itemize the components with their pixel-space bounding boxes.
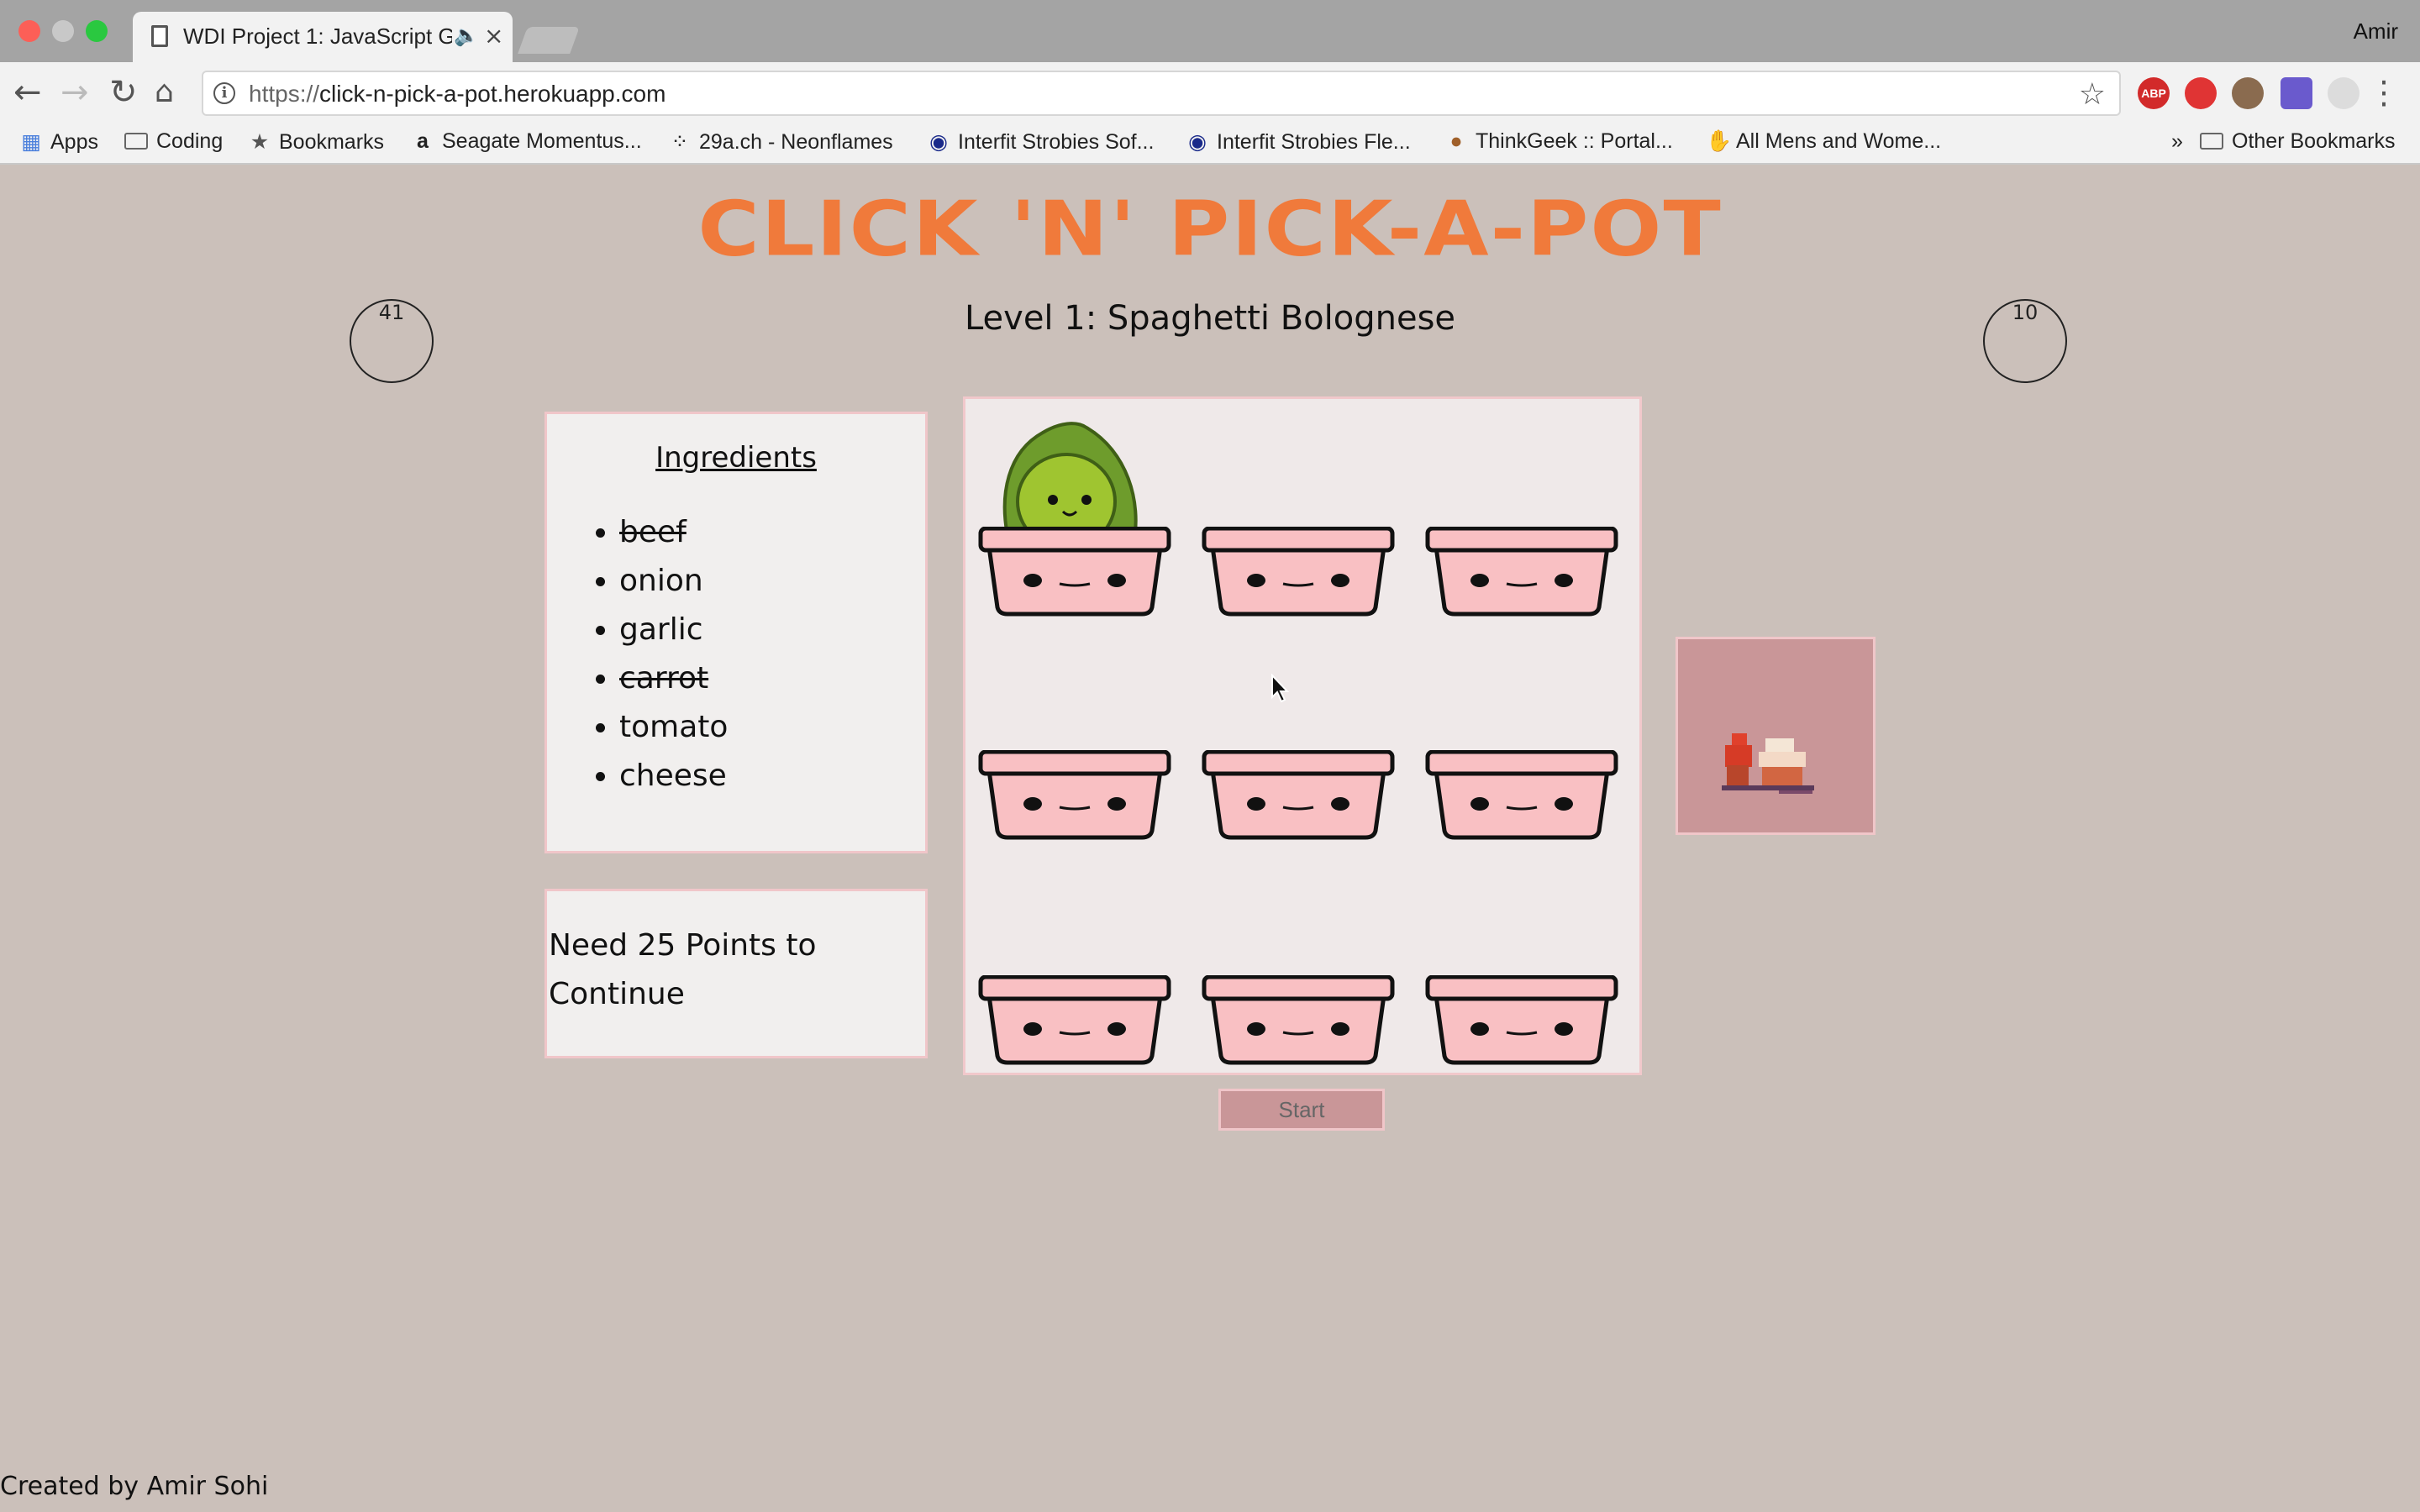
maximize-window-button[interactable] — [86, 20, 108, 42]
star-icon: ★ — [250, 130, 270, 154]
ingredient-label: garlic — [619, 612, 703, 647]
ingredient-label: beef — [619, 515, 687, 549]
browser-tab-bar: WDI Project 1: JavaScript G 🔈 × Amir — [0, 0, 2420, 62]
ingredient-item: onion — [619, 564, 728, 612]
bookmark-mens-womens[interactable]: ✋ All Mens and Wome... — [1706, 129, 1941, 154]
pot-3[interactable] — [1424, 527, 1619, 619]
pea-character[interactable] — [992, 417, 1144, 543]
extension-icon[interactable] — [2328, 77, 2360, 109]
home-icon[interactable]: ⌂ — [155, 76, 174, 109]
monkey-icon: ● — [1449, 129, 1463, 153]
game-title: CLICK 'N' PICK-A-POT — [697, 184, 1723, 274]
bookmark-folder-other[interactable]: Other Bookmarks — [2200, 129, 2396, 154]
bookmarks-bar: ▦ Apps Coding ★ Bookmarks a Seagate Momentu… — [0, 124, 2420, 165]
timer-counter: 10 — [1983, 299, 2067, 383]
bookmark-apps[interactable]: ▦ Apps — [20, 129, 98, 155]
folder-icon — [124, 133, 148, 150]
mouse-cursor-icon — [1271, 674, 1290, 703]
pot-6[interactable] — [1424, 750, 1619, 843]
footer-credit: Created by Amir Sohi — [0, 1472, 269, 1501]
pot-7[interactable] — [977, 975, 1172, 1068]
pot-board — [963, 396, 1642, 1075]
opera-extension-icon[interactable] — [2185, 77, 2217, 109]
bookmark-star-icon[interactable]: ☆ — [2079, 77, 2106, 112]
ingredients-heading: Ingredients — [655, 441, 817, 475]
bookmark-interfit-flex[interactable]: ◉ Interfit Strobies Fle... — [1186, 129, 1411, 155]
bookmark-thinkgeek[interactable]: ● ThinkGeek :: Portal... — [1445, 129, 1672, 154]
forward-arrow-icon[interactable]: → — [60, 76, 89, 109]
page-icon — [151, 25, 168, 47]
info-icon[interactable]: i — [213, 82, 235, 104]
site-icon: ◉ — [1188, 130, 1207, 154]
site-icon: ⁘ — [671, 130, 689, 154]
pot-8[interactable] — [1201, 975, 1396, 1068]
hand-icon: ✋ — [1706, 129, 1733, 153]
eyedropper-extension-icon[interactable] — [2281, 77, 2312, 109]
points-needed-panel: Need 25 Points to Continue — [544, 889, 928, 1058]
bookmark-seagate[interactable]: a Seagate Momentus... — [412, 129, 642, 154]
pot-5[interactable] — [1201, 750, 1396, 843]
bookmark-neonflames[interactable]: ⁘ 29a.ch - Neonflames — [669, 129, 893, 155]
ingredient-item: carrot — [619, 661, 728, 710]
ingredient-label: carrot — [619, 661, 709, 696]
ingredients-list: beef onion garlic carrot tomato cheese — [586, 515, 728, 807]
pot-1[interactable] — [977, 527, 1172, 619]
speaker-icon[interactable]: 🔈 — [454, 24, 479, 47]
ingredient-label: onion — [619, 564, 703, 598]
minimize-window-button[interactable] — [52, 20, 74, 42]
close-window-button[interactable] — [18, 20, 40, 42]
back-arrow-icon[interactable]: ← — [13, 76, 42, 109]
adblock-extension-icon[interactable]: ABP — [2138, 77, 2170, 109]
tab-title: WDI Project 1: JavaScript G — [183, 24, 452, 49]
profile-name[interactable]: Amir — [2354, 18, 2398, 45]
bookmark-folder-coding[interactable]: Coding — [124, 129, 223, 154]
ingredient-label: cheese — [619, 759, 727, 793]
chef-character-image — [1722, 733, 1814, 794]
url-text[interactable]: https://click-n-pick-a-pot.herokuapp.com — [249, 81, 666, 108]
site-icon: ◉ — [929, 130, 948, 154]
ingredient-item: beef — [619, 515, 728, 564]
new-tab-button[interactable] — [518, 27, 580, 54]
score-counter: 41 — [350, 299, 434, 383]
apps-grid-icon: ▦ — [21, 130, 41, 154]
close-tab-icon[interactable]: × — [484, 22, 503, 50]
bookmark-folder-bookmarks[interactable]: ★ Bookmarks — [249, 129, 384, 155]
ingredient-label: tomato — [619, 710, 729, 744]
points-needed-text: Need 25 Points to Continue — [549, 928, 817, 1011]
ingredients-panel: Ingredients beef onion garlic carrot tomato c… — [544, 412, 928, 853]
browser-tab[interactable]: WDI Project 1: JavaScript G 🔈 × — [133, 12, 513, 62]
pot-2[interactable] — [1201, 527, 1396, 619]
address-bar[interactable]: i https://click-n-pick-a-pot.herokuapp.c… — [202, 71, 2121, 116]
pot-4[interactable] — [977, 750, 1172, 843]
bookmarks-overflow-chevron[interactable]: » — [2171, 129, 2183, 154]
avatar-extension-icon[interactable] — [2232, 77, 2264, 109]
folder-icon — [2200, 133, 2223, 150]
start-button[interactable]: Start — [1218, 1089, 1385, 1131]
ingredient-item: garlic — [619, 612, 728, 661]
url-host: click-n-pick-a-pot.herokuapp.com — [319, 81, 666, 107]
pot-9[interactable] — [1424, 975, 1619, 1068]
browser-toolbar: ← → ↻ ⌂ i https://click-n-pick-a-pot.her… — [0, 62, 2420, 124]
bookmark-interfit-soft[interactable]: ◉ Interfit Strobies Sof... — [928, 129, 1154, 155]
ingredient-item: cheese — [619, 759, 728, 807]
browser-menu-icon[interactable]: ⋮ — [2368, 74, 2400, 111]
amazon-icon: a — [417, 129, 429, 153]
url-scheme: https:// — [249, 81, 320, 107]
chef-image-box — [1676, 637, 1876, 835]
reload-icon[interactable]: ↻ — [109, 76, 138, 109]
ingredient-item: tomato — [619, 710, 728, 759]
